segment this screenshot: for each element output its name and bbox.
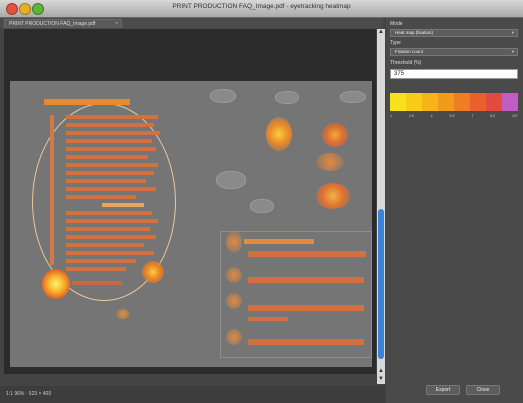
title-bar: PRINT PRODUCTION FAQ_Image.pdf - eyetrac… — [0, 0, 523, 18]
heatmap-text-strip — [248, 305, 364, 311]
scrollbar-thumb[interactable] — [378, 209, 384, 359]
heatmap-text-strip — [66, 171, 154, 175]
heatmap-text-strip — [66, 187, 156, 191]
heatmap-text-strip — [66, 219, 158, 223]
color-ramp-swatch — [390, 93, 406, 111]
heatmap-cloud — [340, 91, 366, 103]
heatmap-heading-strip — [244, 239, 314, 244]
color-ramp-tick: 5.5 — [449, 114, 455, 118]
chevron-down-icon: ▾ — [511, 49, 514, 54]
heatmap-text-strip — [66, 243, 144, 247]
heatmap-text-strip — [66, 163, 158, 167]
heatmap-hotspot — [226, 293, 242, 309]
export-button[interactable]: Export — [426, 385, 460, 395]
color-ramp-swatch — [454, 93, 470, 111]
heatmap-cloud — [210, 89, 236, 103]
heatmap-text-strip — [248, 251, 366, 257]
heatmap-text-strip — [66, 179, 146, 183]
heatmap-cloud — [275, 91, 299, 104]
color-ramp-tick: 10+ — [512, 114, 518, 118]
color-ramp-tick: 8.5 — [490, 114, 496, 118]
chevron-down-icon: ▾ — [511, 30, 514, 35]
color-ramp-swatch — [470, 93, 486, 111]
heatmap-title-strip — [44, 99, 130, 105]
threshold-label: Threshold (%) — [390, 60, 422, 66]
heatmap-cloud — [216, 171, 246, 189]
window-title: PRINT PRODUCTION FAQ_Image.pdf - eyetrac… — [172, 3, 351, 10]
color-ramp-ticks: 1 2.5 4 5.5 7 8.5 10+ — [390, 114, 518, 118]
heatmap-hotspot — [142, 261, 164, 283]
close-button[interactable]: Close — [466, 385, 500, 395]
heatmap-hotspot — [226, 231, 242, 253]
scroll-up-icon[interactable]: ▲ — [377, 368, 385, 375]
heatmap-hotspot — [316, 183, 350, 209]
heatmap-text-strip — [66, 131, 160, 135]
heatmap-text-strip — [66, 115, 158, 119]
color-ramp-swatch — [406, 93, 422, 111]
heatmap-hotspot — [316, 153, 344, 171]
color-ramp-tick: 7 — [471, 114, 474, 118]
color-ramp-swatch — [486, 93, 502, 111]
type-select[interactable]: Fixation count ▾ — [390, 48, 518, 56]
scroll-down-icon[interactable]: ▼ — [377, 376, 385, 383]
color-ramp — [390, 93, 518, 111]
heatmap-text-strip — [72, 281, 122, 285]
heatmap-hotspot — [42, 269, 70, 299]
heatmap-text-strip — [66, 195, 136, 199]
heatmap-hotspot — [116, 309, 130, 319]
heatmap-text-strip — [248, 277, 364, 283]
app-window: PRINT PRODUCTION FAQ_Image.pdf - eyetrac… — [0, 0, 523, 403]
status-text: 1:1 96% · 523 × 403 — [6, 391, 52, 397]
color-ramp-tick: 4 — [430, 114, 433, 118]
color-ramp-swatch — [438, 93, 454, 111]
heatmap-text-strip — [248, 339, 364, 345]
heatmap-text-strip — [66, 259, 136, 263]
vertical-scrollbar[interactable]: ▲ ▲ ▼ — [377, 29, 385, 384]
type-select-value: Fixation count — [395, 49, 424, 54]
color-ramp-swatch — [422, 93, 438, 111]
color-ramp-swatch — [502, 93, 518, 111]
heatmap-settings-panel: Mode Heat map (fixation) ▾ Type Fixation… — [386, 18, 523, 403]
document-tab-label: PRINT PRODUCTION FAQ_Image.pdf — [9, 21, 96, 27]
heatmap-text-strip — [66, 267, 126, 271]
heatmap-margin-strip — [50, 115, 54, 265]
close-tab-icon[interactable]: × — [115, 20, 118, 28]
scroll-up-icon[interactable]: ▲ — [377, 29, 385, 36]
document-tab[interactable]: PRINT PRODUCTION FAQ_Image.pdf × — [4, 19, 122, 28]
heatmap-text-strip — [66, 251, 154, 255]
heatmap-cloud — [250, 199, 274, 213]
status-bar: 1:1 96% · 523 × 403 — [0, 386, 385, 403]
tab-bar: PRINT PRODUCTION FAQ_Image.pdf × — [0, 18, 383, 29]
threshold-input[interactable]: 375 — [390, 69, 518, 79]
heatmap-text-strip — [66, 147, 156, 151]
heatmap-text-strip — [66, 211, 152, 215]
heatmap-text-strip — [66, 227, 150, 231]
heatmap-page — [10, 81, 372, 367]
heatmap-text-strip — [248, 317, 288, 321]
mode-label: Mode — [390, 21, 403, 27]
heatmap-hotspot — [322, 123, 348, 147]
document-canvas[interactable] — [4, 29, 376, 374]
heatmap-hotspot — [226, 267, 242, 283]
heatmap-hotspot — [266, 117, 292, 151]
mode-select[interactable]: Heat map (fixation) ▾ — [390, 29, 518, 37]
heatmap-text-strip — [66, 235, 156, 239]
heatmap-hotspot — [226, 329, 242, 345]
mode-select-value: Heat map (fixation) — [395, 30, 434, 35]
heatmap-text-strip — [102, 203, 144, 207]
heatmap-text-strip — [66, 155, 148, 159]
color-ramp-tick: 1 — [390, 114, 392, 118]
heatmap-text-strip — [66, 123, 154, 127]
heatmap-text-strip — [66, 139, 152, 143]
type-label: Type — [390, 40, 401, 46]
color-ramp-tick: 2.5 — [408, 114, 414, 118]
